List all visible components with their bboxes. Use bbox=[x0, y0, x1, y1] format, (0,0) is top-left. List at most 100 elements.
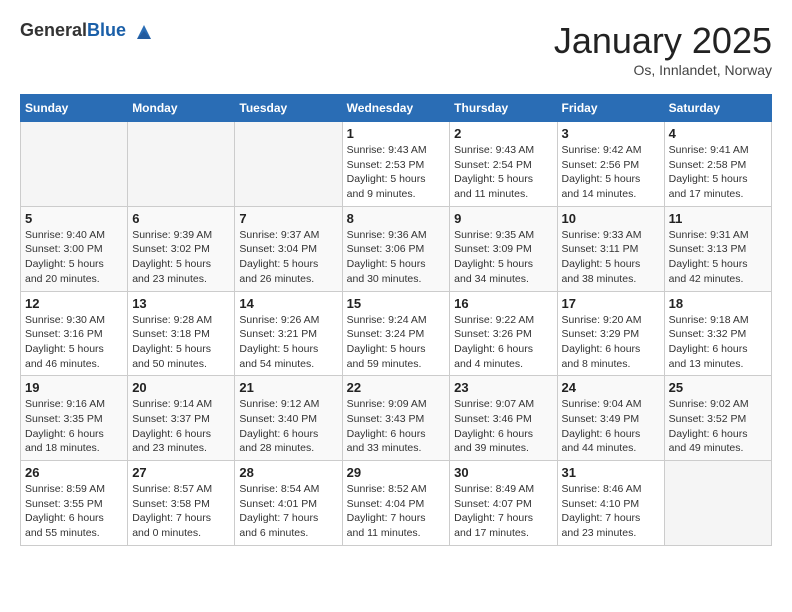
day-number: 23 bbox=[454, 380, 552, 395]
calendar-cell: 26 Sunrise: 8:59 AM Sunset: 3:55 PM Dayli… bbox=[21, 461, 128, 546]
day-info: Sunrise: 9:22 AM Sunset: 3:26 PM Dayligh… bbox=[454, 313, 552, 372]
day-number: 21 bbox=[239, 380, 337, 395]
day-number: 12 bbox=[25, 296, 123, 311]
calendar-cell: 20 Sunrise: 9:14 AM Sunset: 3:37 PM Dayli… bbox=[128, 376, 235, 461]
calendar-cell: 5Sunrise: 9:40 AM Sunset: 3:00 PM Daylig… bbox=[21, 206, 128, 291]
calendar-week-row: 1 Sunrise: 9:43 AM Sunset: 2:53 PM Daylig… bbox=[21, 122, 772, 207]
day-number: 14 bbox=[239, 296, 337, 311]
calendar-cell: 17Sunrise: 9:20 AM Sunset: 3:29 PM Dayli… bbox=[557, 291, 664, 376]
day-info: Sunrise: 9:02 AM Sunset: 3:52 PM Dayligh… bbox=[669, 397, 767, 456]
logo-general-text: General bbox=[20, 20, 87, 40]
day-number: 1 bbox=[347, 126, 446, 141]
day-number: 11 bbox=[669, 211, 767, 226]
day-number: 25 bbox=[669, 380, 767, 395]
calendar-cell: 16 Sunrise: 9:22 AM Sunset: 3:26 PM Dayli… bbox=[450, 291, 557, 376]
month-title: January 2025 bbox=[554, 20, 772, 62]
day-info: Sunrise: 9:04 AM Sunset: 3:49 PM Dayligh… bbox=[562, 397, 660, 456]
day-info: Sunrise: 9:24 AM Sunset: 3:24 PM Dayligh… bbox=[347, 313, 446, 372]
calendar-cell: 28Sunrise: 8:54 AM Sunset: 4:01 PM Dayli… bbox=[235, 461, 342, 546]
day-info: Sunrise: 9:43 AM Sunset: 2:54 PM Dayligh… bbox=[454, 143, 552, 202]
calendar-week-row: 19 Sunrise: 9:16 AM Sunset: 3:35 PM Dayli… bbox=[21, 376, 772, 461]
day-number: 9 bbox=[454, 211, 552, 226]
day-info: Sunrise: 9:42 AM Sunset: 2:56 PM Dayligh… bbox=[562, 143, 660, 202]
day-info: Sunrise: 9:36 AM Sunset: 3:06 PM Dayligh… bbox=[347, 228, 446, 287]
day-info: Sunrise: 9:31 AM Sunset: 3:13 PM Dayligh… bbox=[669, 228, 767, 287]
day-number: 16 bbox=[454, 296, 552, 311]
calendar-cell: 12 Sunrise: 9:30 AM Sunset: 3:16 PM Dayli… bbox=[21, 291, 128, 376]
logo-icon bbox=[133, 21, 155, 43]
day-info: Sunrise: 9:28 AM Sunset: 3:18 PM Dayligh… bbox=[132, 313, 230, 372]
day-info: Sunrise: 9:33 AM Sunset: 3:11 PM Dayligh… bbox=[562, 228, 660, 287]
day-info: Sunrise: 9:09 AM Sunset: 3:43 PM Dayligh… bbox=[347, 397, 446, 456]
page-header: GeneralBlue January 2025 Os, Innlandet, … bbox=[20, 20, 772, 78]
day-info: Sunrise: 9:43 AM Sunset: 2:53 PM Dayligh… bbox=[347, 143, 446, 202]
day-number: 10 bbox=[562, 211, 660, 226]
day-info: Sunrise: 8:54 AM Sunset: 4:01 PM Dayligh… bbox=[239, 482, 337, 541]
calendar-cell: 1 Sunrise: 9:43 AM Sunset: 2:53 PM Daylig… bbox=[342, 122, 450, 207]
calendar-cell: 13 Sunrise: 9:28 AM Sunset: 3:18 PM Dayli… bbox=[128, 291, 235, 376]
calendar-cell: 29 Sunrise: 8:52 AM Sunset: 4:04 PM Dayli… bbox=[342, 461, 450, 546]
day-number: 26 bbox=[25, 465, 123, 480]
calendar-cell: 19 Sunrise: 9:16 AM Sunset: 3:35 PM Dayli… bbox=[21, 376, 128, 461]
calendar-cell bbox=[235, 122, 342, 207]
day-info: Sunrise: 9:37 AM Sunset: 3:04 PM Dayligh… bbox=[239, 228, 337, 287]
day-info: Sunrise: 8:46 AM Sunset: 4:10 PM Dayligh… bbox=[562, 482, 660, 541]
day-info: Sunrise: 9:26 AM Sunset: 3:21 PM Dayligh… bbox=[239, 313, 337, 372]
day-of-week-header: Tuesday bbox=[235, 95, 342, 122]
day-of-week-header: Sunday bbox=[21, 95, 128, 122]
calendar-cell: 23Sunrise: 9:07 AM Sunset: 3:46 PM Dayli… bbox=[450, 376, 557, 461]
day-number: 7 bbox=[239, 211, 337, 226]
calendar-cell: 18Sunrise: 9:18 AM Sunset: 3:32 PM Dayli… bbox=[664, 291, 771, 376]
day-info: Sunrise: 9:30 AM Sunset: 3:16 PM Dayligh… bbox=[25, 313, 123, 372]
day-info: Sunrise: 9:14 AM Sunset: 3:37 PM Dayligh… bbox=[132, 397, 230, 456]
calendar-cell: 11 Sunrise: 9:31 AM Sunset: 3:13 PM Dayli… bbox=[664, 206, 771, 291]
day-info: Sunrise: 9:39 AM Sunset: 3:02 PM Dayligh… bbox=[132, 228, 230, 287]
day-of-week-header: Monday bbox=[128, 95, 235, 122]
day-info: Sunrise: 9:16 AM Sunset: 3:35 PM Dayligh… bbox=[25, 397, 123, 456]
calendar-cell: 7 Sunrise: 9:37 AM Sunset: 3:04 PM Daylig… bbox=[235, 206, 342, 291]
day-info: Sunrise: 8:52 AM Sunset: 4:04 PM Dayligh… bbox=[347, 482, 446, 541]
calendar-cell bbox=[128, 122, 235, 207]
logo-blue-text: Blue bbox=[87, 20, 126, 40]
calendar-week-row: 12 Sunrise: 9:30 AM Sunset: 3:16 PM Dayli… bbox=[21, 291, 772, 376]
day-of-week-header: Wednesday bbox=[342, 95, 450, 122]
day-number: 3 bbox=[562, 126, 660, 141]
calendar-body: 1 Sunrise: 9:43 AM Sunset: 2:53 PM Daylig… bbox=[21, 122, 772, 546]
day-info: Sunrise: 9:35 AM Sunset: 3:09 PM Dayligh… bbox=[454, 228, 552, 287]
calendar-table: SundayMondayTuesdayWednesdayThursdayFrid… bbox=[20, 94, 772, 546]
day-number: 20 bbox=[132, 380, 230, 395]
calendar-week-row: 5Sunrise: 9:40 AM Sunset: 3:00 PM Daylig… bbox=[21, 206, 772, 291]
calendar-cell: 24 Sunrise: 9:04 AM Sunset: 3:49 PM Dayli… bbox=[557, 376, 664, 461]
calendar-cell: 22 Sunrise: 9:09 AM Sunset: 3:43 PM Dayli… bbox=[342, 376, 450, 461]
calendar-cell: 14 Sunrise: 9:26 AM Sunset: 3:21 PM Dayli… bbox=[235, 291, 342, 376]
day-number: 29 bbox=[347, 465, 446, 480]
day-number: 5 bbox=[25, 211, 123, 226]
day-info: Sunrise: 9:18 AM Sunset: 3:32 PM Dayligh… bbox=[669, 313, 767, 372]
calendar-cell: 4Sunrise: 9:41 AM Sunset: 2:58 PM Daylig… bbox=[664, 122, 771, 207]
calendar-cell: 30 Sunrise: 8:49 AM Sunset: 4:07 PM Dayli… bbox=[450, 461, 557, 546]
logo: GeneralBlue bbox=[20, 20, 155, 43]
calendar-cell: 21 Sunrise: 9:12 AM Sunset: 3:40 PM Dayli… bbox=[235, 376, 342, 461]
day-number: 22 bbox=[347, 380, 446, 395]
location-text: Os, Innlandet, Norway bbox=[554, 62, 772, 78]
day-number: 19 bbox=[25, 380, 123, 395]
day-info: Sunrise: 8:59 AM Sunset: 3:55 PM Dayligh… bbox=[25, 482, 123, 541]
calendar-cell: 3 Sunrise: 9:42 AM Sunset: 2:56 PM Daylig… bbox=[557, 122, 664, 207]
calendar-cell: 2Sunrise: 9:43 AM Sunset: 2:54 PM Daylig… bbox=[450, 122, 557, 207]
day-info: Sunrise: 8:49 AM Sunset: 4:07 PM Dayligh… bbox=[454, 482, 552, 541]
day-number: 30 bbox=[454, 465, 552, 480]
calendar-cell: 15 Sunrise: 9:24 AM Sunset: 3:24 PM Dayli… bbox=[342, 291, 450, 376]
day-number: 8 bbox=[347, 211, 446, 226]
calendar-cell: 31Sunrise: 8:46 AM Sunset: 4:10 PM Dayli… bbox=[557, 461, 664, 546]
day-info: Sunrise: 9:12 AM Sunset: 3:40 PM Dayligh… bbox=[239, 397, 337, 456]
day-number: 17 bbox=[562, 296, 660, 311]
day-number: 15 bbox=[347, 296, 446, 311]
calendar-cell: 10 Sunrise: 9:33 AM Sunset: 3:11 PM Dayli… bbox=[557, 206, 664, 291]
day-number: 13 bbox=[132, 296, 230, 311]
calendar-cell: 6Sunrise: 9:39 AM Sunset: 3:02 PM Daylig… bbox=[128, 206, 235, 291]
calendar-cell bbox=[21, 122, 128, 207]
calendar-week-row: 26 Sunrise: 8:59 AM Sunset: 3:55 PM Dayli… bbox=[21, 461, 772, 546]
calendar-header: SundayMondayTuesdayWednesdayThursdayFrid… bbox=[21, 95, 772, 122]
day-number: 24 bbox=[562, 380, 660, 395]
header-row: SundayMondayTuesdayWednesdayThursdayFrid… bbox=[21, 95, 772, 122]
